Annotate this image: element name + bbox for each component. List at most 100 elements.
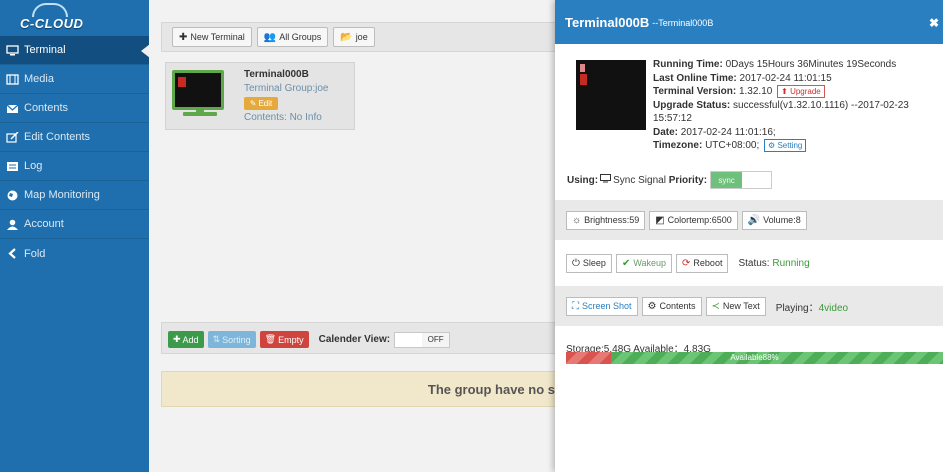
- using-label: Using:: [567, 174, 599, 186]
- edit-icon: ✎: [249, 99, 257, 108]
- timezone-label: Timezone:: [653, 140, 703, 151]
- terminal-contents: Contents: No Info: [244, 112, 322, 123]
- reboot-button[interactable]: ⟳ Reboot: [676, 253, 729, 273]
- plus-icon: ✚: [179, 31, 188, 43]
- brightness-button[interactable]: ☼ Brightness:59: [566, 210, 646, 230]
- group-label: joe: [355, 32, 368, 42]
- sidebar-item-label: Account: [24, 218, 64, 230]
- contrast-icon: ◩: [655, 214, 665, 226]
- colortemp-label: Colortemp:6500: [667, 215, 732, 225]
- plus-icon: ✚: [173, 334, 181, 344]
- display-settings-row: ☼ Brightness:59 ◩ Colortemp:6500 🔊 Volume:8: [555, 200, 943, 240]
- sleep-label: Sleep: [582, 258, 606, 268]
- last-online-label: Last Online Time:: [653, 72, 737, 84]
- sleep-button[interactable]: ⏻ Sleep: [566, 253, 612, 273]
- sidebar-item-media[interactable]: Media: [0, 65, 149, 94]
- version-label: Terminal Version:: [653, 86, 737, 97]
- screenshot-icon: ⛶: [572, 300, 579, 312]
- gear-icon: ⚙: [768, 141, 776, 150]
- add-label: Add: [182, 334, 199, 345]
- timezone-setting-button[interactable]: ⚙ Setting: [764, 139, 807, 152]
- storage-bar: Available88%: [566, 352, 943, 364]
- sync-signal-label: Sync Signal: [613, 174, 666, 186]
- status-label: Status:: [738, 257, 770, 269]
- empty-button[interactable]: 🗑 Empty: [259, 331, 309, 348]
- sidebar-item-fold[interactable]: Fold: [0, 239, 149, 268]
- upgrade-status-label: Upgrade Status:: [653, 99, 731, 111]
- calendar-toggle-state: OFF: [422, 332, 450, 347]
- sidebar: C-CLOUD Terminal Media Contents Edit Con…: [0, 0, 150, 472]
- log-icon: [6, 161, 19, 172]
- terminal-screenshot-thumbnail[interactable]: [576, 60, 646, 130]
- sidebar-item-label: Log: [24, 160, 43, 172]
- trash-icon: 🗑: [264, 334, 277, 344]
- gear-icon: ⚙: [647, 300, 657, 312]
- sync-row: Using: Sync Signal Priority: sync: [567, 171, 773, 189]
- sidebar-item-map-monitoring[interactable]: Map Monitoring: [0, 181, 149, 210]
- all-groups-button[interactable]: 👥 All Groups: [256, 27, 329, 47]
- globe-icon: [6, 190, 19, 201]
- status-text: Status: Running: [738, 258, 809, 269]
- check-icon: ✔: [621, 257, 631, 269]
- panel-title: Terminal000B: [565, 14, 650, 30]
- upgrade-label: Upgrade: [790, 87, 821, 96]
- monitor-icon: [6, 44, 19, 56]
- brightness-icon: ☼: [572, 214, 582, 226]
- status-value: Running: [772, 257, 810, 269]
- new-text-label: New Text: [722, 301, 760, 311]
- setting-label: Setting: [777, 141, 803, 150]
- new-text-button[interactable]: ≺ New Text: [705, 296, 766, 316]
- monitor-icon: [600, 174, 612, 186]
- power-icon: ⏻: [572, 257, 580, 269]
- screenshot-label: Screen Shot: [582, 301, 632, 311]
- wakeup-button[interactable]: ✔ Wakeup: [615, 253, 673, 273]
- terminal-name: Terminal000B: [244, 69, 309, 80]
- sidebar-item-log[interactable]: Log: [0, 152, 149, 181]
- brightness-label: Brightness:59: [584, 215, 640, 225]
- timezone-value: UTC+08:00;: [705, 140, 760, 151]
- playing-label: Playing：: [775, 302, 819, 314]
- logo-text: C-CLOUD: [20, 15, 84, 31]
- upgrade-button[interactable]: ⬆ Upgrade: [777, 85, 825, 98]
- sidebar-item-terminal[interactable]: Terminal: [0, 36, 150, 65]
- storage-available-label: Available88%: [730, 353, 779, 362]
- sidebar-item-contents[interactable]: Contents: [0, 94, 149, 123]
- sidebar-item-edit-contents[interactable]: Edit Contents: [0, 123, 149, 152]
- new-terminal-button[interactable]: ✚ New Terminal: [172, 27, 252, 47]
- date-label: Date:: [653, 126, 679, 138]
- running-time-value: 0Days 15Hours 36Minutes 19Seconds: [725, 59, 897, 70]
- terminal-detail-panel: Terminal000B --Terminal000B ✖ Running Ti…: [555, 0, 943, 472]
- terminal-card[interactable]: Terminal000B Terminal Group:joe ✎ Edit C…: [165, 62, 355, 130]
- screenshot-button[interactable]: ⛶ Screen Shot: [566, 296, 638, 316]
- sorting-button[interactable]: ⇅ Sorting: [207, 331, 256, 348]
- sidebar-item-label: Fold: [24, 247, 46, 260]
- volume-button[interactable]: 🔊 Volume:8: [741, 210, 807, 230]
- edit-icon: [6, 131, 19, 143]
- logo: C-CLOUD: [0, 0, 149, 36]
- terminal-monitor-icon: [172, 70, 224, 110]
- close-icon[interactable]: ✖: [929, 16, 939, 30]
- sync-toggle-state: sync: [711, 172, 743, 188]
- date-value: 2017-02-24 11:01:16;: [680, 126, 776, 138]
- priority-sync-toggle[interactable]: sync: [710, 171, 773, 189]
- power-row: ⏻ Sleep ✔ Wakeup ⟳ Reboot Status: Running: [555, 243, 943, 283]
- reboot-label: Reboot: [693, 258, 723, 268]
- terminal-edit-button[interactable]: ✎ Edit: [244, 97, 278, 110]
- envelope-icon: [6, 103, 19, 114]
- add-button[interactable]: ✚ Add: [168, 331, 204, 348]
- edit-label: Edit: [258, 99, 273, 108]
- wakeup-label: Wakeup: [633, 258, 667, 268]
- sidebar-item-account[interactable]: Account: [0, 210, 149, 239]
- upgrade-icon: ⬆: [781, 87, 788, 96]
- users-icon: 👥: [263, 31, 277, 43]
- terminal-group: Terminal Group:joe: [244, 83, 329, 94]
- colortemp-button[interactable]: ◩ Colortemp:6500: [649, 210, 738, 230]
- playing-text: Playing：4video: [776, 299, 848, 314]
- empty-label: Empty: [278, 334, 304, 345]
- film-icon: [6, 73, 19, 85]
- group-joe-button[interactable]: 📂 joe: [333, 27, 375, 47]
- volume-icon: 🔊: [747, 214, 761, 226]
- contents-button[interactable]: ⚙ Contents: [641, 296, 702, 316]
- calendar-view-toggle[interactable]: OFF: [394, 331, 451, 348]
- media-row: ⛶ Screen Shot ⚙ Contents ≺ New Text Playing…: [555, 286, 943, 326]
